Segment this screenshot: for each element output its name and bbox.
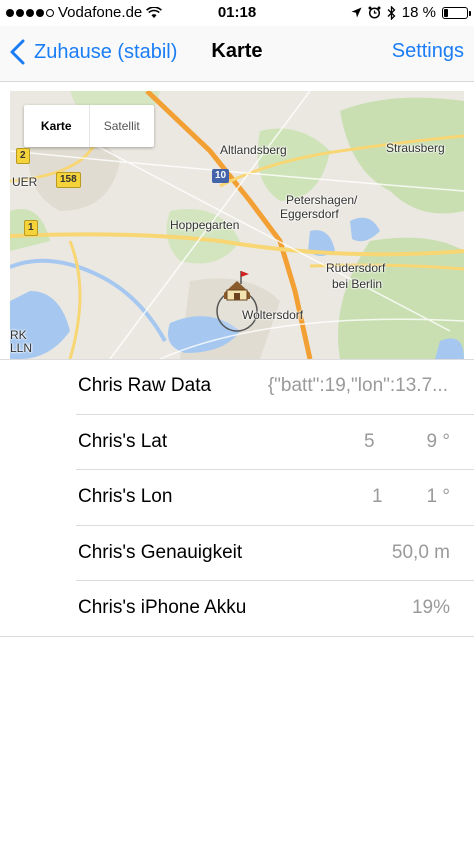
- row-value-part: 1: [372, 486, 383, 507]
- chevron-left-icon: [10, 39, 25, 65]
- map-type-karte-button[interactable]: Karte: [24, 105, 89, 147]
- list-row-raw-data[interactable]: Chris Raw Data {"batt":19,"lon":13.7...: [76, 359, 474, 415]
- road-badge: 158: [56, 172, 81, 188]
- list-row-lon[interactable]: Chris's Lon 1 1 °: [76, 470, 474, 526]
- map-place-label: Eggersdorf: [280, 207, 339, 221]
- row-label: Chris's Lat: [78, 430, 168, 452]
- map-place-label: RK: [10, 328, 27, 342]
- map-place-label: Petershagen/: [286, 193, 358, 207]
- map-place-label: bei Berlin: [332, 277, 383, 291]
- bluetooth-icon: [387, 5, 396, 20]
- row-value-part: 5: [364, 430, 375, 452]
- map-view[interactable]: Karte Satellit Altlandsberg Strausberg P…: [10, 91, 464, 359]
- map-place-label: Woltersdorf: [242, 308, 304, 322]
- battery-icon: [442, 6, 471, 19]
- map-type-satellite-button[interactable]: Satellit: [88, 105, 155, 147]
- row-label: Chris's Lon: [78, 486, 173, 507]
- navigation-bar: Zuhause (stabil) Karte Settings: [0, 26, 474, 82]
- row-value-part: 9 °: [426, 430, 450, 452]
- list-row-accuracy[interactable]: Chris's Genauigkeit 50,0 m: [76, 526, 474, 581]
- status-bar: Vodafone.de 01:18 18 %: [0, 0, 474, 26]
- map-place-label: UER: [12, 175, 38, 189]
- back-button-label: Zuhause (stabil): [34, 40, 178, 63]
- back-button[interactable]: Zuhause (stabil): [8, 39, 177, 65]
- road-badge: 1: [24, 220, 38, 236]
- row-label: Chris's iPhone Akku: [78, 597, 247, 618]
- list-row-battery[interactable]: Chris's iPhone Akku 19%: [0, 581, 474, 637]
- road-badge: 10: [212, 169, 230, 183]
- map-place-label: Altlandsberg: [220, 143, 287, 157]
- map-place-label: Hoppegarten: [170, 218, 240, 232]
- location-arrow-icon: [351, 7, 362, 18]
- alarm-icon: [368, 6, 381, 19]
- row-label: Chris's Genauigkeit: [78, 541, 243, 563]
- battery-fill: [444, 8, 448, 17]
- settings-button[interactable]: Settings: [392, 40, 464, 63]
- row-label: Chris Raw Data: [78, 375, 212, 396]
- map-place-label: Strausberg: [386, 141, 445, 155]
- map-place-label: LLN: [10, 341, 33, 355]
- page-title: Karte: [211, 40, 263, 62]
- map-type-toggle: Karte Satellit: [24, 105, 154, 147]
- row-value: 50,0 m: [391, 541, 450, 563]
- status-right: 18 %: [351, 4, 471, 21]
- list-row-lat[interactable]: Chris's Lat 5 9 °: [76, 415, 474, 470]
- road-badge: 2: [16, 148, 30, 164]
- info-list: Chris Raw Data {"batt":19,"lon":13.7... …: [0, 359, 474, 637]
- row-value: 19%: [411, 597, 450, 618]
- row-value-part: 1 °: [426, 486, 450, 507]
- row-value: {"batt":19,"lon":13.7...: [267, 375, 448, 396]
- battery-percent: 18 %: [401, 4, 436, 21]
- map-place-label: Rüdersdorf: [326, 261, 386, 275]
